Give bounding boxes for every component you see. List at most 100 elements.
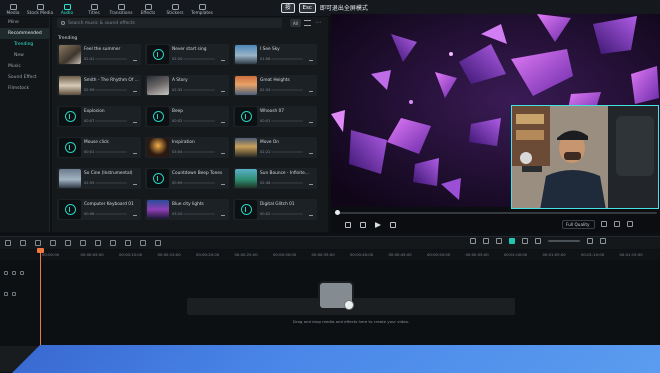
playhead[interactable]	[37, 248, 44, 348]
track-visibility-icon[interactable]	[12, 271, 16, 275]
audio-duration: 02:22	[260, 150, 271, 154]
download-icon[interactable]	[221, 150, 225, 154]
sidebar-item-new[interactable]: New	[0, 50, 49, 61]
tab-transitions[interactable]: Transitions	[109, 0, 133, 16]
audio-adjust-icon[interactable]	[155, 240, 161, 246]
search-placeholder: Search music & sound effects	[68, 20, 135, 26]
streamer-webcam-image	[512, 106, 658, 208]
timeline-ruler[interactable]: 00:00:00 00:00:05:00 00:00:10:00 00:00:15:0…	[0, 250, 660, 260]
speed-icon[interactable]	[110, 240, 116, 246]
audio-card[interactable]: Digital Glitch 01 00:02	[233, 199, 317, 220]
undo-icon[interactable]	[20, 240, 26, 246]
audio-duration: 00:01	[260, 119, 271, 123]
cut-icon[interactable]	[65, 240, 71, 246]
redo-icon[interactable]	[35, 240, 41, 246]
sidebar-item-sound-effect[interactable]: Sound Effect	[0, 72, 49, 83]
download-icon[interactable]	[309, 119, 313, 123]
music-note-icon	[64, 142, 76, 153]
ruler-tick-label: 00:01:05:00	[542, 252, 566, 257]
waveform-bar	[271, 182, 303, 184]
download-icon[interactable]	[309, 212, 313, 216]
filter-all-dropdown[interactable]: All	[290, 19, 301, 27]
audio-card[interactable]: Inspiration 03:04	[145, 137, 229, 158]
audio-card[interactable]: I See Sky 01:58	[233, 44, 317, 65]
layout-icon[interactable]	[5, 240, 11, 246]
download-icon[interactable]	[133, 212, 137, 216]
previous-frame-icon[interactable]	[360, 222, 366, 228]
audio-card[interactable]: Explosion 00:07	[57, 106, 141, 127]
audio-card[interactable]: A Story 02:32	[145, 75, 229, 96]
download-icon[interactable]	[309, 57, 313, 61]
download-icon[interactable]	[221, 181, 225, 185]
download-icon[interactable]	[309, 150, 313, 154]
download-icon[interactable]	[221, 57, 225, 61]
zoom-in-icon[interactable]	[587, 238, 593, 244]
track-lock-icon[interactable]	[4, 271, 8, 275]
filter-icon[interactable]	[304, 20, 311, 26]
snap-toggle-icon[interactable]	[509, 238, 515, 244]
download-icon[interactable]	[133, 150, 137, 154]
audio-card[interactable]: Countdown Beep Tones 00:09	[145, 168, 229, 189]
sidebar-item-filmstock[interactable]: Filmstock	[0, 83, 49, 94]
snapshot-icon[interactable]	[601, 221, 607, 227]
fullscreen-icon[interactable]	[627, 221, 633, 227]
download-icon[interactable]	[133, 88, 137, 92]
delete-icon[interactable]	[50, 240, 56, 246]
download-icon[interactable]	[309, 88, 313, 92]
audio-card[interactable]: Blue city lights 03:10	[145, 199, 229, 220]
sidebar-item-mine[interactable]: Mine	[0, 17, 49, 28]
keyframe-icon[interactable]	[140, 240, 146, 246]
tab-stickers[interactable]: Stickers	[166, 0, 184, 16]
audio-card[interactable]: So Cine (Instrumental) 02:55	[57, 168, 141, 189]
step-back-icon[interactable]	[345, 222, 351, 228]
audio-card[interactable]: Mouse click 00:01	[57, 137, 141, 158]
audio-card[interactable]: Whoosh 07 00:01	[233, 106, 317, 127]
scrubber-handle[interactable]	[335, 210, 340, 215]
audio-card[interactable]: Never start sing 02:20	[145, 44, 229, 65]
marker-icon[interactable]	[483, 238, 489, 244]
tab-templates[interactable]: Templates	[191, 0, 213, 16]
split-icon[interactable]	[522, 238, 528, 244]
download-icon[interactable]	[309, 181, 313, 185]
zoom-out-icon[interactable]	[535, 238, 541, 244]
download-icon[interactable]	[133, 181, 137, 185]
track-mute-icon[interactable]	[20, 271, 24, 275]
play-icon[interactable]	[375, 222, 381, 228]
download-icon[interactable]	[133, 57, 137, 61]
download-icon[interactable]	[133, 119, 137, 123]
waveform-bar	[183, 120, 215, 122]
stop-icon[interactable]	[390, 222, 396, 228]
audio-card[interactable]: Move On 02:22	[233, 137, 317, 158]
transform-icon[interactable]	[125, 240, 131, 246]
download-icon[interactable]	[221, 119, 225, 123]
render-icon[interactable]	[470, 238, 476, 244]
sidebar-item-trending[interactable]: Trending	[0, 39, 49, 50]
color-icon[interactable]	[95, 240, 101, 246]
volume-icon[interactable]	[614, 221, 620, 227]
tab-media[interactable]: Media	[4, 0, 22, 16]
audio-card[interactable]: Computer Keyboard 01 00:06	[57, 199, 141, 220]
audio-card[interactable]: Feel the summer 02:41	[57, 44, 141, 65]
track-mute-icon[interactable]	[12, 292, 16, 296]
tab-effects[interactable]: Effects	[139, 0, 157, 16]
audio-card[interactable]: Beep 00:02	[145, 106, 229, 127]
search-input[interactable]: Search music & sound effects	[57, 18, 282, 28]
zoom-slider[interactable]	[548, 240, 580, 242]
crop-icon[interactable]	[80, 240, 86, 246]
tab-titles[interactable]: Titles	[85, 0, 103, 16]
download-icon[interactable]	[221, 212, 225, 216]
more-options-icon[interactable]: ⋯	[315, 19, 321, 26]
audio-card[interactable]: Great Heights 02:34	[233, 75, 317, 96]
audio-card[interactable]: Smith - The Rhythm Of ... 02:09	[57, 75, 141, 96]
track-lock-icon[interactable]	[4, 292, 8, 296]
audio-card[interactable]: Sun Bounce - Infinite... 02:48	[233, 168, 317, 189]
tab-audio[interactable]: Audio	[58, 0, 76, 16]
voiceover-icon[interactable]	[496, 238, 502, 244]
download-icon[interactable]	[221, 88, 225, 92]
quality-dropdown[interactable]: Full Quality	[562, 220, 595, 229]
grid-icon[interactable]	[600, 238, 606, 244]
sidebar-item-recommended[interactable]: Recommended	[0, 28, 49, 39]
tab-stock-media[interactable]: Stock Media	[27, 0, 53, 16]
preview-scrubber[interactable]	[337, 212, 657, 214]
sidebar-item-music[interactable]: Music	[0, 61, 49, 72]
